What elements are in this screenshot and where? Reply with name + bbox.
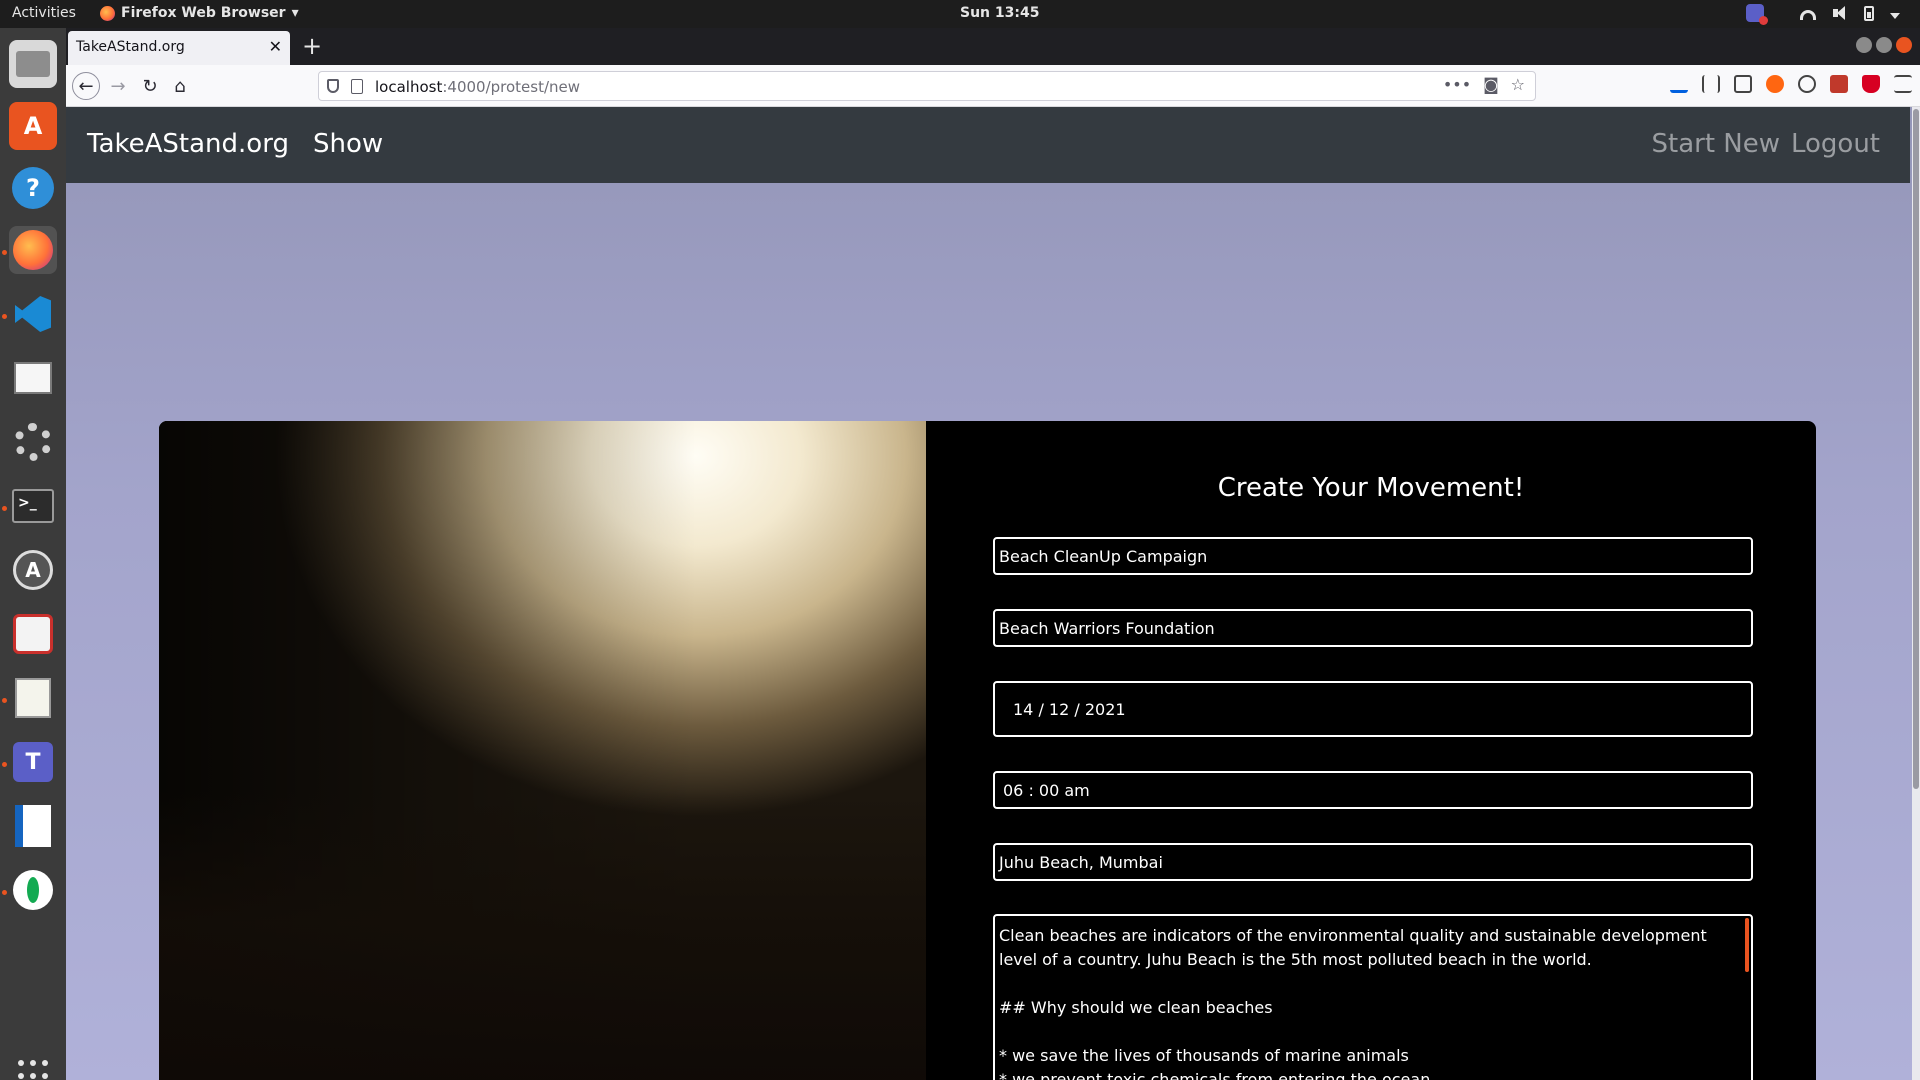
maximize-window-icon[interactable] bbox=[1876, 37, 1892, 53]
url-path: :4000/protest/new bbox=[442, 78, 581, 96]
running-indicator bbox=[2, 698, 7, 703]
teams-tray-icon[interactable] bbox=[1746, 4, 1768, 25]
nav-link-start-new[interactable]: Start New bbox=[1652, 129, 1781, 159]
text-editor-icon[interactable] bbox=[9, 674, 57, 722]
bookmark-star-icon[interactable]: ☆ bbox=[1511, 75, 1525, 94]
movement-name-input[interactable]: Beach CleanUp Campaign bbox=[993, 537, 1753, 575]
teams-icon[interactable]: T bbox=[9, 738, 57, 786]
url-actions: ••• ◙ ☆ bbox=[1443, 75, 1525, 94]
ublock-icon[interactable] bbox=[1862, 75, 1880, 93]
location-input[interactable]: Juhu Beach, Mumbai bbox=[993, 843, 1753, 881]
system-tray[interactable] bbox=[1746, 4, 1900, 25]
ubuntu-software-icon[interactable]: A bbox=[9, 102, 57, 150]
running-indicator bbox=[2, 762, 7, 767]
terminal-icon[interactable]: >_ bbox=[9, 482, 57, 530]
forward-arrow-icon[interactable]: → bbox=[104, 72, 132, 100]
library-icon[interactable] bbox=[1702, 75, 1720, 93]
page-info-icon[interactable] bbox=[351, 79, 363, 94]
back-arrow-icon[interactable]: ← bbox=[72, 72, 100, 100]
close-tab-icon[interactable]: ✕ bbox=[269, 37, 282, 56]
sidebar-icon[interactable] bbox=[1734, 75, 1752, 93]
form-title: Create Your Movement! bbox=[1217, 473, 1525, 503]
wifi-icon[interactable] bbox=[1800, 9, 1816, 20]
url-host: localhost bbox=[375, 78, 443, 96]
nav-toolbar: ← → ↻ ⌂ localhost:4000/protest/new ••• ◙… bbox=[66, 65, 1920, 107]
extension-icon[interactable] bbox=[1766, 75, 1784, 93]
window-controls bbox=[1856, 37, 1912, 53]
dock: A ? >_ A T bbox=[0, 28, 66, 1080]
page-viewport: TakeAStand.org Show Start New Logout Cre… bbox=[66, 107, 1920, 1080]
time-input[interactable]: 06 : 00 am bbox=[993, 771, 1753, 809]
writer-icon[interactable] bbox=[9, 802, 57, 850]
hamburger-menu-icon[interactable] bbox=[1894, 75, 1912, 93]
url-text[interactable]: localhost:4000/protest/new bbox=[375, 78, 580, 96]
description-text: Clean beaches are indicators of the envi… bbox=[999, 926, 1707, 1080]
textarea-scrollbar[interactable] bbox=[1745, 918, 1749, 972]
firefox-icon[interactable] bbox=[9, 226, 57, 274]
home-icon[interactable]: ⌂ bbox=[166, 72, 194, 100]
more-actions-icon[interactable]: ••• bbox=[1443, 75, 1471, 94]
url-bar[interactable]: localhost:4000/protest/new ••• ◙ ☆ bbox=[318, 71, 1536, 101]
settings-icon[interactable] bbox=[9, 418, 57, 466]
chevron-down-icon: ▾ bbox=[291, 5, 299, 21]
tab-strip: TakeAStand.org ✕ + bbox=[66, 28, 1920, 65]
activities-button[interactable]: Activities bbox=[12, 5, 76, 21]
draw-icon[interactable] bbox=[9, 610, 57, 658]
scrollbar-thumb[interactable] bbox=[1913, 109, 1919, 789]
site-navbar: TakeAStand.org Show Start New Logout bbox=[66, 107, 1910, 183]
nav-link-show[interactable]: Show bbox=[313, 129, 383, 159]
tab-active[interactable]: TakeAStand.org ✕ bbox=[68, 31, 290, 65]
photo-crowd bbox=[159, 791, 926, 1080]
running-indicator bbox=[2, 314, 7, 319]
running-indicator bbox=[2, 890, 7, 895]
show-applications-icon[interactable] bbox=[18, 1060, 50, 1080]
running-indicator bbox=[2, 506, 7, 511]
reload-icon[interactable]: ↻ bbox=[136, 72, 164, 100]
chevron-down-icon[interactable] bbox=[1890, 13, 1900, 19]
organizer-input[interactable]: Beach Warriors Foundation bbox=[993, 609, 1753, 647]
software-updater-icon[interactable]: A bbox=[9, 546, 57, 594]
mongodb-compass-icon[interactable] bbox=[9, 866, 57, 914]
firefox-window: TakeAStand.org ✕ + ← → ↻ ⌂ localhost:400… bbox=[66, 28, 1920, 1080]
running-indicator bbox=[2, 250, 7, 255]
description-textarea[interactable]: Clean beaches are indicators of the envi… bbox=[993, 914, 1753, 1080]
extension-icon[interactable] bbox=[1830, 75, 1848, 93]
minimize-window-icon[interactable] bbox=[1856, 37, 1872, 53]
site-brand[interactable]: TakeAStand.org bbox=[87, 129, 289, 159]
new-tab-icon[interactable]: + bbox=[302, 32, 322, 60]
volume-icon[interactable] bbox=[1832, 5, 1848, 21]
toolbar-right bbox=[1670, 75, 1912, 93]
nav-link-logout[interactable]: Logout bbox=[1791, 129, 1880, 159]
clock[interactable]: Sun 13:45 bbox=[960, 5, 1039, 21]
page-scrollbar[interactable] bbox=[1912, 107, 1920, 1080]
date-input[interactable]: 14 / 12 / 2021 bbox=[993, 681, 1753, 737]
files-icon[interactable] bbox=[9, 40, 57, 88]
create-movement-card: Create Your Movement! Beach CleanUp Camp… bbox=[159, 421, 1816, 1080]
firefox-icon bbox=[100, 5, 115, 21]
help-icon[interactable]: ? bbox=[9, 164, 57, 212]
app-menu-label: Firefox Web Browser bbox=[121, 5, 286, 21]
spreadsheet-icon[interactable] bbox=[9, 354, 57, 402]
tracking-shield-icon[interactable] bbox=[327, 79, 339, 93]
vscode-icon[interactable] bbox=[9, 290, 57, 338]
app-menu[interactable]: Firefox Web Browser ▾ bbox=[100, 5, 299, 21]
account-icon[interactable] bbox=[1798, 75, 1816, 93]
crowd-photo bbox=[159, 421, 926, 1080]
tab-title: TakeAStand.org bbox=[76, 39, 185, 55]
system-top-bar: Activities Firefox Web Browser ▾ Sun 13:… bbox=[0, 0, 1920, 28]
downloads-icon[interactable] bbox=[1670, 75, 1688, 93]
pocket-icon[interactable]: ◙ bbox=[1483, 75, 1499, 94]
close-window-icon[interactable] bbox=[1896, 37, 1912, 53]
battery-icon[interactable] bbox=[1864, 6, 1874, 21]
